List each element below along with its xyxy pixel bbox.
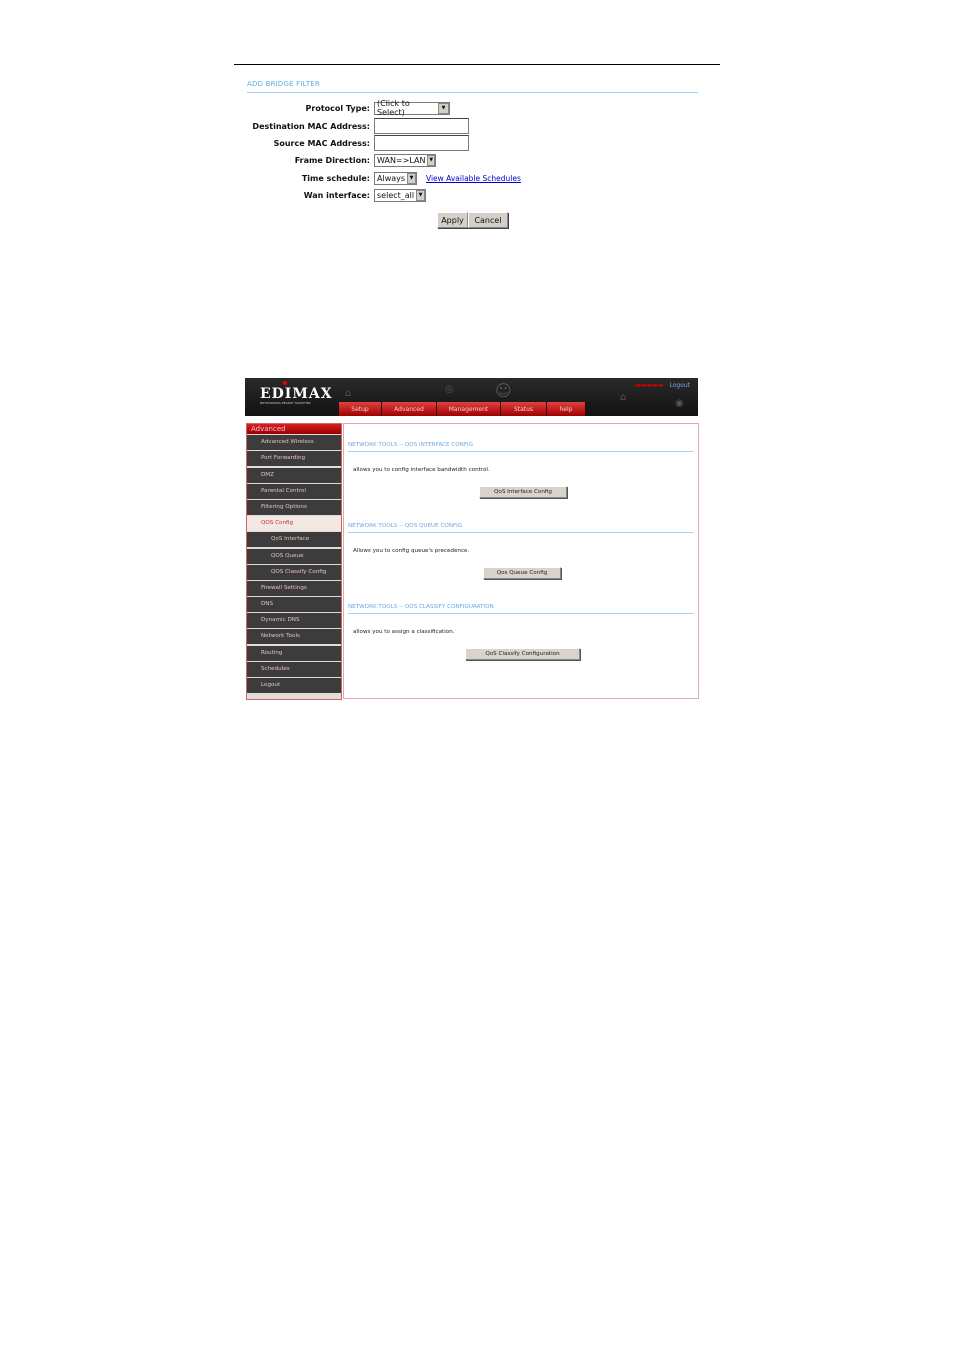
sidebar-item-advanced-wireless[interactable]: Advanced Wireless [247,435,341,451]
section-rule [348,532,694,533]
qos-classify-config-button[interactable]: QoS Classify Configuration [465,648,580,660]
tab-advanced[interactable]: Advanced [382,402,437,416]
sidebar-item-qos-classify-config[interactable]: QOS Classify Config [247,564,341,580]
apply-button[interactable]: Apply [437,212,468,228]
house-icon: ⌂ [620,392,627,403]
frame-direction-row: Frame Direction: WAN=>LAN ▼ [234,153,436,167]
sidebar-item-logout[interactable]: Logout [247,678,341,693]
time-schedule-label: Time schedule: [301,173,370,183]
sidebar: Advanced Advanced Wireless Port Forwardin… [246,423,342,700]
sidebar-item-dynamic-dns[interactable]: Dynamic DNS [247,613,341,629]
sidebar-item-qos-config[interactable]: QOS Config [247,516,341,532]
section-desc-classify: allows you to assign a classification. [353,629,455,635]
time-schedule-value: Always [377,173,406,183]
protocol-type-label: Protocol Type: [305,103,370,113]
edimax-logo: EDIMAX [260,386,333,402]
dropdown-arrow-icon: ▼ [407,172,416,184]
sidebar-item-port-forwarding[interactable]: Port Forwarding [247,451,341,467]
sidebar-item-qos-interface[interactable]: QoS Interface [247,532,341,548]
logo-dot [283,381,287,385]
sidebar-item-network-tools[interactable]: Network Tools [247,629,341,645]
sidebar-item-parental-control[interactable]: Parental Control [247,483,341,499]
globe-icon: ◎ [445,384,454,395]
dest-mac-label: Destination MAC Address: [252,121,370,131]
section-rule [348,613,694,614]
bridge-filter-title: ADD BRIDGE FILTER [247,80,320,88]
dropdown-arrow-icon: ▼ [427,154,435,166]
section-desc-queue: Allows you to config queue's precedence. [353,548,470,554]
wan-interface-label: Wan interface: [303,190,370,200]
title-rule [247,92,698,93]
protocol-type-row: Protocol Type: (Click to Select) ▼ [234,99,450,117]
sidebar-item-routing[interactable]: Routing [247,645,341,661]
page-divider [234,64,720,65]
tab-status[interactable]: Status [501,402,547,416]
dest-mac-input[interactable] [374,118,469,134]
dropdown-arrow-icon: ▼ [416,189,425,201]
sidebar-item-filtering-options[interactable]: Filtering Options [247,499,341,515]
qos-interface-config-button[interactable]: QoS Interface Config [479,486,567,498]
wan-interface-value: select_all [377,190,415,200]
tab-setup[interactable]: Setup [339,402,382,416]
cancel-button[interactable]: Cancel [468,212,508,228]
frame-direction-select[interactable]: WAN=>LAN ▼ [374,153,436,167]
section-desc-interface: allows you to config interface bandwidth… [353,467,490,473]
frame-direction-label: Frame Direction: [294,155,370,165]
tab-management[interactable]: Management [437,402,501,416]
top-links: ▬▬▬▬▬ Logout [635,382,690,389]
sidebar-item-firewall-settings[interactable]: Firewall Settings [247,580,341,596]
sidebar-item-dmz[interactable]: DMZ [247,467,341,483]
eye-icon: ◉ [675,398,684,409]
section-rule [348,451,694,452]
header-logout-link[interactable]: Logout [669,382,690,389]
time-schedule-row: Time schedule: Always ▼ View Available Sc… [234,171,521,185]
source-mac-input[interactable] [374,135,469,151]
sidebar-item-qos-queue[interactable]: QOS Queue [247,548,341,564]
source-mac-label: Source MAC Address: [273,138,370,148]
view-schedules-link[interactable]: View Available Schedules [426,174,521,183]
source-mac-row: Source MAC Address: [234,135,469,151]
tab-help[interactable]: help [547,402,586,416]
wan-interface-row: Wan interface: select_all ▼ [234,188,426,202]
dest-mac-row: Destination MAC Address: [234,118,469,134]
router-header: EDIMAX NETWORKING PEOPLE TOGETHER ⌂ ◎ ☺ … [245,378,698,416]
main-tabs: Setup Advanced Management Status help [339,402,586,416]
wan-interface-select[interactable]: select_all ▼ [374,188,426,202]
section-title-classify: NETWORK TOOLS -- QOS CLASSIFY CONFIGURAT… [348,604,494,610]
protocol-type-value: (Click to Select) [377,99,410,117]
section-title-interface: NETWORK TOOLS -- QOS INTERFACE CONFIG [348,442,474,448]
header-red-link[interactable]: ▬▬▬▬▬ [635,382,663,389]
section-title-queue: NETWORK TOOLS -- QOS QUEUE CONFIG [348,523,463,529]
main-content: NETWORK TOOLS -- QOS INTERFACE CONFIG al… [343,423,699,699]
qos-queue-config-button[interactable]: Qos Queue Config [483,567,561,579]
sidebar-heading: Advanced [247,424,341,434]
protocol-type-select[interactable]: (Click to Select) ▼ [374,99,450,117]
time-schedule-select[interactable]: Always ▼ [374,171,417,185]
smiley-icon: ☺ [495,381,512,400]
dropdown-arrow-icon: ▼ [438,102,449,114]
sidebar-item-schedules[interactable]: Schedules [247,661,341,677]
frame-direction-value: WAN=>LAN [377,155,426,165]
logo-tagline: NETWORKING PEOPLE TOGETHER [260,401,311,405]
sidebar-item-dns[interactable]: DNS [247,597,341,613]
network-icon: ⌂ [345,388,352,399]
